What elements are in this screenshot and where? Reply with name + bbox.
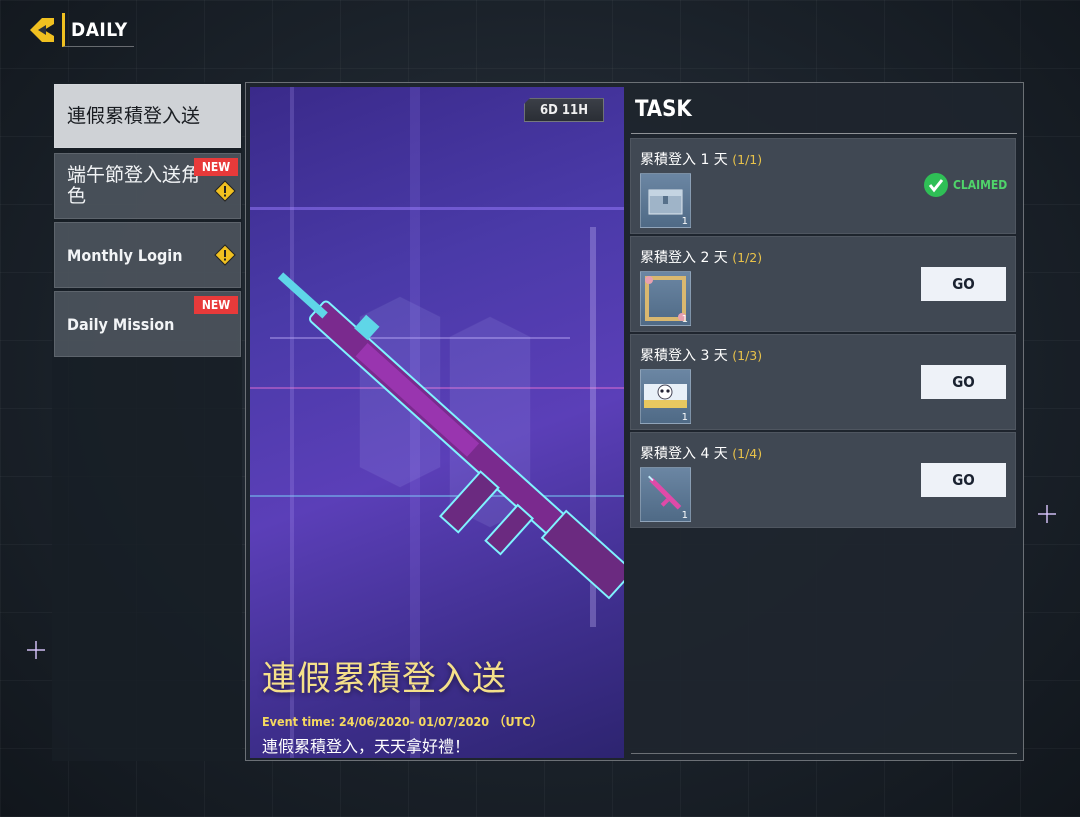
- page-title: DAILY: [62, 13, 134, 47]
- sidebar-item-label: 端午節登入送角色: [67, 164, 201, 207]
- sidebar-item-monthly-login[interactable]: Monthly Login: [54, 222, 241, 288]
- top-bar: DAILY: [24, 12, 134, 48]
- reward-item[interactable]: 1: [640, 173, 691, 228]
- crosshair-decoration: [27, 641, 45, 659]
- sidebar-item-daily-mission[interactable]: Daily Mission NEW: [54, 291, 241, 357]
- countdown-badge: 6D 11H: [524, 98, 604, 122]
- reward-item[interactable]: 1: [640, 271, 691, 326]
- task-name: 累積登入 1 天: [640, 152, 728, 168]
- claimed-status: CLAIMED: [923, 172, 1007, 198]
- reward-quantity: 1: [681, 314, 688, 325]
- task-progress: (1/2): [732, 250, 763, 265]
- event-banner: 6D 11H 連假累積登入送 Event time: 24/06/2020- 0…: [250, 87, 624, 758]
- crosshair-decoration: [1038, 505, 1056, 523]
- sidebar-item-label: 連假累積登入送: [67, 104, 201, 127]
- go-button[interactable]: GO: [921, 463, 1006, 497]
- main-panel: 6D 11H 連假累積登入送 Event time: 24/06/2020- 0…: [245, 82, 1024, 761]
- new-badge: NEW: [194, 158, 238, 176]
- task-name: 累積登入 3 天: [640, 348, 728, 364]
- task-name: 累積登入 4 天: [640, 446, 728, 462]
- divider: [631, 133, 1017, 134]
- reward-quantity: 1: [681, 510, 688, 521]
- task-name: 累積登入 2 天: [640, 250, 728, 266]
- sidebar-item-label: Daily Mission: [67, 314, 175, 334]
- sidebar-item-label: Monthly Login: [67, 245, 183, 265]
- task-progress: (1/4): [732, 446, 763, 461]
- reward-item[interactable]: 1: [640, 369, 691, 424]
- reward-quantity: 1: [681, 216, 688, 227]
- sidebar: 連假累積登入送 端午節登入送角色 NEW Monthly Login Daily…: [52, 82, 242, 761]
- warning-icon: [214, 180, 236, 202]
- reward-item[interactable]: 1: [640, 467, 691, 522]
- back-arrow-icon: [30, 18, 54, 42]
- task-progress: (1/1): [732, 152, 763, 167]
- back-button[interactable]: [24, 12, 60, 48]
- check-circle-icon: [924, 173, 948, 197]
- task-row: 累積登入 1 天 (1/1) 1 CLAIMED: [630, 138, 1016, 234]
- sidebar-item-dragon-boat-login[interactable]: 端午節登入送角色 NEW: [54, 153, 241, 219]
- banner-title: 連假累積登入送: [262, 659, 507, 699]
- task-progress: (1/3): [732, 348, 763, 363]
- task-row: 累積登入 4 天 (1/4) 1 GO: [630, 432, 1016, 528]
- go-button[interactable]: GO: [921, 267, 1006, 301]
- task-heading: TASK: [635, 97, 692, 122]
- task-row: 累積登入 3 天 (1/3) 1 GO: [630, 334, 1016, 430]
- event-time: Event time: 24/06/2020- 01/07/2020 （UTC）: [262, 714, 544, 729]
- banner-description: 連假累積登入，天天拿好禮！: [262, 737, 471, 756]
- reward-quantity: 1: [681, 412, 688, 423]
- claimed-label: CLAIMED: [953, 178, 1008, 192]
- task-row: 累積登入 2 天 (1/2) 1 GO: [630, 236, 1016, 332]
- warning-icon: [214, 244, 236, 266]
- go-button[interactable]: GO: [921, 365, 1006, 399]
- divider: [631, 753, 1017, 754]
- sidebar-item-holiday-login[interactable]: 連假累積登入送: [54, 84, 241, 148]
- new-badge: NEW: [194, 296, 238, 314]
